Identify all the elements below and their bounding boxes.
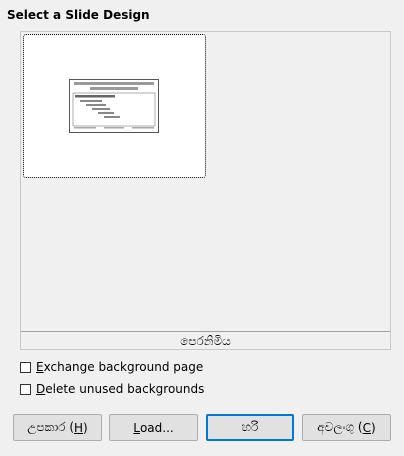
dialog-heading: Select a Slide Design	[7, 8, 150, 22]
slide-preview-graphic	[70, 80, 158, 132]
exchange-background-label: Exchange background page	[36, 360, 204, 374]
preview-level-3	[86, 104, 106, 106]
exchange-background-option[interactable]: Exchange background page	[20, 360, 203, 374]
preview-level-5	[98, 112, 114, 114]
preview-title-line-1	[74, 82, 154, 85]
slide-preview	[69, 79, 159, 133]
slide-design-gallery[interactable]: පෙරනිමිය	[20, 31, 391, 350]
delete-unused-checkbox[interactable]	[20, 383, 31, 395]
preview-level-4	[92, 108, 110, 110]
ok-button[interactable]: හරි	[206, 414, 294, 441]
cancel-button[interactable]: අවලංගු (C)	[302, 414, 391, 441]
gallery-divider	[21, 331, 390, 332]
preview-level-2	[80, 100, 102, 102]
preview-footer-right	[132, 127, 154, 129]
preview-title-line-2	[90, 87, 138, 90]
preview-level-6	[104, 116, 120, 118]
load-button[interactable]: Load...	[109, 414, 198, 441]
preview-footer-center	[104, 127, 124, 129]
delete-unused-option[interactable]: Delete unused backgrounds	[20, 382, 204, 396]
preview-level-1	[75, 95, 115, 98]
exchange-background-checkbox[interactable]	[20, 361, 31, 373]
design-thumbnail-default[interactable]	[23, 34, 206, 178]
gallery-caption: පෙරනිමිය	[180, 334, 231, 348]
delete-unused-label: Delete unused backgrounds	[36, 382, 205, 396]
help-button[interactable]: උපකාර (H)	[13, 414, 102, 441]
preview-footer-left	[74, 127, 96, 129]
